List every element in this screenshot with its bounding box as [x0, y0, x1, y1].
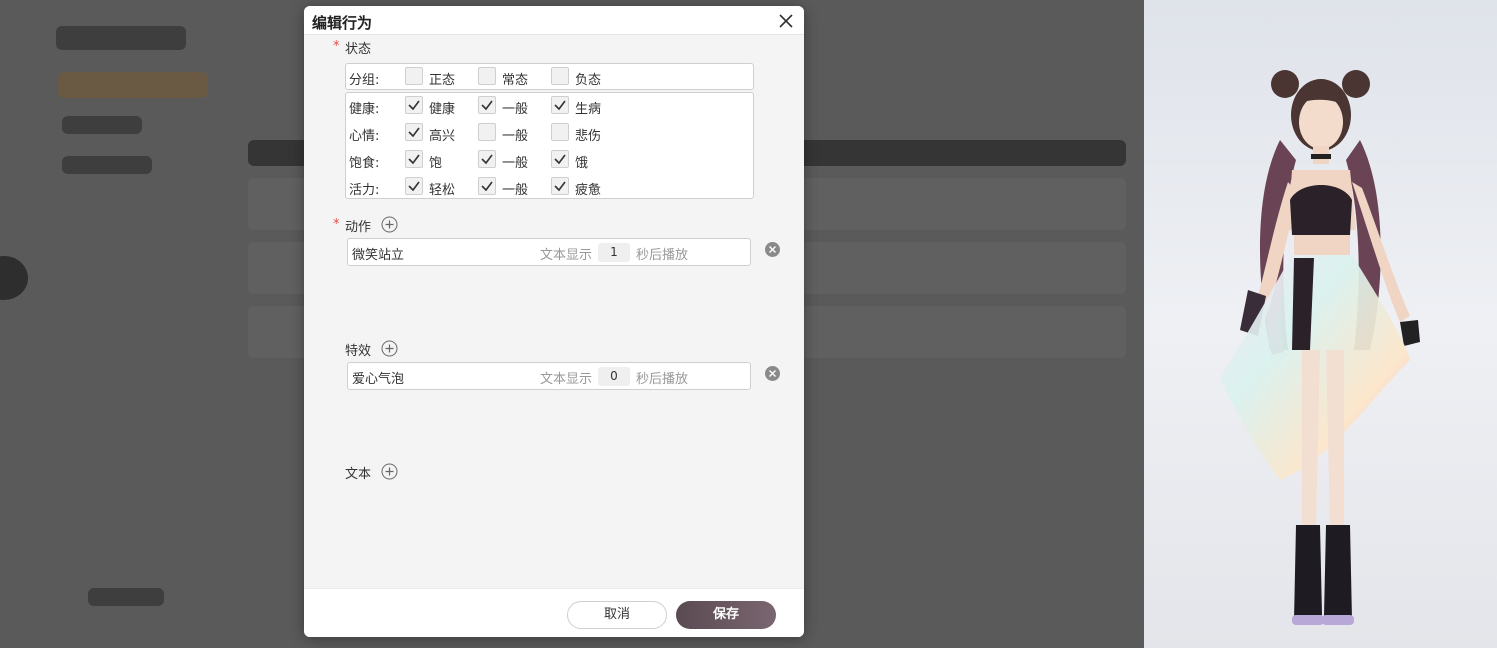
dialog-header: 编辑行为 [304, 6, 804, 35]
bg-nav-active [58, 72, 208, 98]
text-show-label: 文本显示 [540, 248, 593, 263]
option-label: 饿 [575, 156, 589, 171]
status-group-box: 分组: 正态 常态 负态 [345, 63, 754, 90]
bg-avatar [0, 256, 28, 300]
close-icon[interactable] [776, 11, 796, 31]
status-row-label: 健康: [349, 102, 380, 117]
action-item-name: 微笑站立 [352, 248, 405, 263]
checkmark-icon [554, 154, 566, 165]
action-item-field[interactable]: 微笑站立 文本显示 1 秒后播放 [347, 238, 751, 266]
option-label: 一般 [502, 102, 529, 117]
action-label: 动作 [345, 220, 372, 235]
effect-label: 特效 [345, 344, 372, 359]
satiety-checkbox-0[interactable] [405, 150, 423, 168]
vitality-checkbox-1[interactable] [478, 177, 496, 195]
edit-behavior-dialog: 编辑行为 * 状态 分组: 正态 常态 负态 健康: 健康 一般 生病 心情: … [304, 6, 804, 637]
option-label: 健康 [429, 102, 456, 117]
option-label: 一般 [502, 156, 529, 171]
status-row-mood: 心情: 高兴 一般 悲伤 [346, 122, 753, 144]
checkmark-icon [481, 100, 493, 111]
status-row-satiety: 饱食: 饱 一般 饿 [346, 149, 753, 171]
option-label: 饱 [429, 156, 443, 171]
checkmark-icon [408, 181, 420, 192]
checkmark-icon [408, 100, 420, 111]
status-row-health: 健康: 健康 一般 生病 [346, 95, 753, 117]
required-asterisk: * [333, 39, 340, 54]
option-label: 一般 [502, 129, 529, 144]
option-label: 生病 [575, 102, 602, 117]
checkmark-icon [554, 100, 566, 111]
required-asterisk: * [333, 217, 340, 232]
play-after-label: 秒后播放 [636, 248, 689, 263]
remove-action-icon[interactable] [764, 241, 781, 258]
checkmark-icon [408, 127, 420, 138]
play-after-label: 秒后播放 [636, 372, 689, 387]
checkmark-icon [481, 181, 493, 192]
group-checkbox-1[interactable] [478, 67, 496, 85]
group-row-label: 分组: [349, 73, 380, 88]
vitality-checkbox-0[interactable] [405, 177, 423, 195]
status-group-row: 分组: 正态 常态 负态 [346, 66, 753, 88]
status-attributes-box: 健康: 健康 一般 生病 心情: 高兴 一般 悲伤 饱食: 饱 一般 饿 活力:… [345, 92, 754, 199]
bg-nav-item [62, 116, 142, 134]
dialog-footer: 取消 保存 [304, 588, 804, 637]
group-option-label-1: 常态 [502, 73, 529, 88]
effect-item-name: 爱心气泡 [352, 372, 405, 387]
option-label: 一般 [502, 183, 529, 198]
mood-checkbox-1[interactable] [478, 123, 496, 141]
bg-logo [56, 26, 186, 50]
remove-effect-icon[interactable] [764, 365, 781, 382]
option-label: 轻松 [429, 183, 456, 198]
health-checkbox-0[interactable] [405, 96, 423, 114]
effect-item-field[interactable]: 爱心气泡 文本显示 0 秒后播放 [347, 362, 751, 390]
mood-checkbox-2[interactable] [551, 123, 569, 141]
option-label: 高兴 [429, 129, 456, 144]
checkmark-icon [554, 181, 566, 192]
effect-seconds-input[interactable]: 0 [598, 367, 630, 386]
vitality-checkbox-2[interactable] [551, 177, 569, 195]
status-label: 状态 [345, 42, 372, 57]
group-checkbox-0[interactable] [405, 67, 423, 85]
status-row-vitality: 活力: 轻松 一般 疲惫 [346, 176, 753, 198]
status-row-label: 饱食: [349, 156, 380, 171]
status-row-label: 活力: [349, 183, 380, 198]
group-checkbox-2[interactable] [551, 67, 569, 85]
bg-nav-item [62, 156, 152, 174]
health-checkbox-2[interactable] [551, 96, 569, 114]
cancel-button[interactable]: 取消 [567, 601, 667, 629]
option-label: 悲伤 [575, 129, 602, 144]
status-row-label: 心情: [349, 129, 380, 144]
satiety-checkbox-1[interactable] [478, 150, 496, 168]
text-section-label: 文本 [345, 467, 372, 482]
dialog-title: 编辑行为 [312, 14, 373, 32]
group-option-label-2: 负态 [575, 73, 602, 88]
text-show-label: 文本显示 [540, 372, 593, 387]
checkmark-icon [481, 154, 493, 165]
option-label: 疲惫 [575, 183, 602, 198]
bg-footer-text [88, 588, 164, 606]
group-option-label-0: 正态 [429, 73, 456, 88]
add-action-icon[interactable] [381, 216, 398, 233]
satiety-checkbox-2[interactable] [551, 150, 569, 168]
character-preview-image [1220, 70, 1420, 625]
save-button[interactable]: 保存 [676, 601, 776, 629]
health-checkbox-1[interactable] [478, 96, 496, 114]
add-effect-icon[interactable] [381, 340, 398, 357]
checkmark-icon [408, 154, 420, 165]
add-text-icon[interactable] [381, 463, 398, 480]
action-seconds-input[interactable]: 1 [598, 243, 630, 262]
mood-checkbox-0[interactable] [405, 123, 423, 141]
